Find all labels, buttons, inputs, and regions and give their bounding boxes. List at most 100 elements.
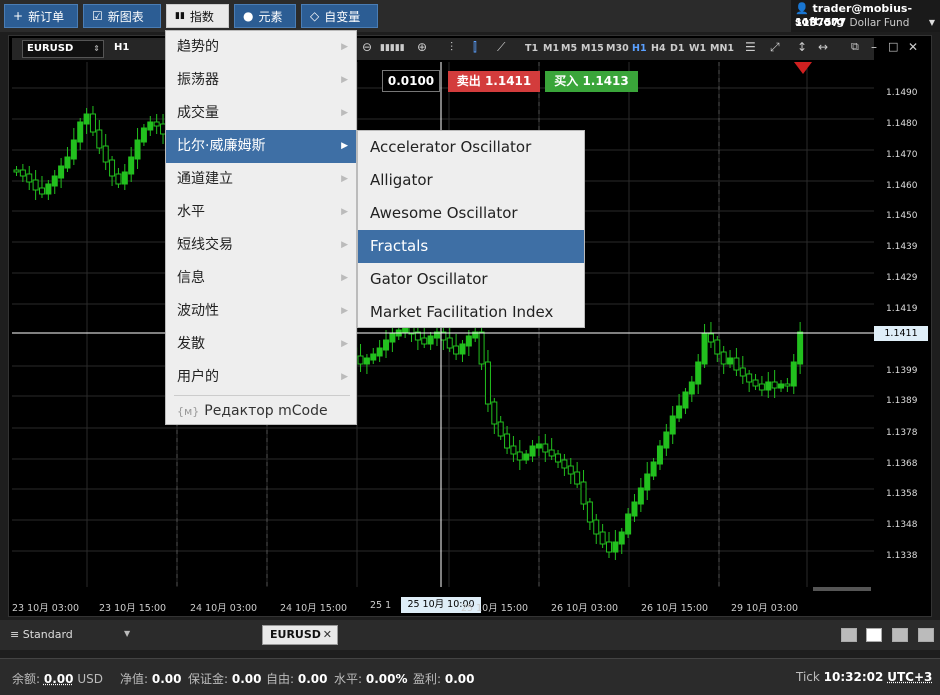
elements-button[interactable]: ● 元素 (234, 4, 296, 28)
submenu-arrow-icon: ▶ (341, 240, 348, 250)
bar-chart-icon: ▮▮ (175, 11, 185, 21)
menu-item-scalping[interactable]: 短线交易 ▶ (166, 229, 356, 262)
menu-item-divergence[interactable]: 发散 ▶ (166, 328, 356, 361)
new-order-button[interactable]: + 新订单 (4, 4, 78, 28)
candle-body (695, 361, 702, 385)
candle-body (746, 373, 753, 383)
candle-body (102, 145, 109, 163)
close-chart-icon[interactable]: ✕ (908, 40, 918, 54)
submenu-arrow-icon: ▶ (341, 108, 348, 118)
submenu-item-gator[interactable]: Gator Oscillator (358, 263, 584, 296)
menu-item-user[interactable]: 用户的 ▶ (166, 361, 356, 394)
bars-type-icon[interactable]: ⫶ (450, 40, 453, 55)
menu-item-info[interactable]: 信息 ▶ (166, 262, 356, 295)
submenu-item-fractals[interactable]: Fractals (358, 230, 584, 263)
close-tab-icon[interactable]: ✕ (323, 626, 332, 644)
zoom-slider[interactable]: ▮▮▮▮▮ (380, 43, 405, 53)
vertical-scale-icon[interactable]: ↕ (797, 40, 807, 54)
sell-button[interactable]: 卖出 1.1411 (448, 71, 540, 92)
zoom-in-icon[interactable]: ⊕ (417, 40, 427, 54)
time-tick-label: 23 10月 03:00 (12, 603, 80, 614)
timeframe-m5[interactable]: M5 (561, 43, 577, 54)
equity-label: 净值: (120, 672, 149, 686)
equity-status: 净值: 0.00 (120, 670, 181, 687)
candle-body (529, 445, 536, 457)
menu-item-oscillators[interactable]: 振荡器 ▶ (166, 64, 356, 97)
candle-body (77, 121, 84, 143)
balance-value: 0.00 (43, 672, 74, 686)
time-tick-label: 26 10月 03:00 (551, 603, 619, 614)
candle-body (637, 487, 644, 505)
price-tick-label: 1.1460 (886, 181, 918, 191)
price-tick-label: 1.1470 (886, 150, 918, 160)
profile-dropdown-icon[interactable]: ▼ (124, 629, 130, 638)
timeframe-m1[interactable]: M1 (543, 43, 559, 54)
line-type-icon[interactable]: ⟋ (497, 40, 505, 55)
candle-body (561, 459, 568, 469)
submenu-item-awesome[interactable]: Awesome Oscillator (358, 197, 584, 230)
zoom-out-icon[interactable]: ⊖ (362, 40, 372, 54)
settings-lines-icon[interactable]: ☰ (745, 40, 756, 54)
candle-body (453, 345, 460, 355)
candle-body (765, 381, 772, 391)
candles-type-icon[interactable]: ⫿ (473, 40, 477, 55)
timeframe-w1[interactable]: W1 (689, 43, 706, 54)
new-chart-button[interactable]: ☑ 新图表 (83, 4, 161, 28)
candle-body (26, 173, 33, 183)
layout-single-icon[interactable] (841, 628, 857, 642)
detach-icon[interactable]: ⧉ (851, 40, 859, 54)
layout-rows-icon[interactable] (918, 628, 934, 642)
timeframe-m15[interactable]: M15 (581, 43, 604, 54)
symbol-selector[interactable]: EURUSD ⇕ (22, 40, 104, 58)
chart-tabs-bar (0, 620, 940, 650)
timeframe-t1[interactable]: T1 (525, 43, 538, 54)
layout-grid-icon[interactable] (866, 628, 882, 642)
timeframe-mn1[interactable]: MN1 (710, 43, 734, 54)
buy-button[interactable]: 买入 1.1413 (545, 71, 638, 92)
submenu-item-mfi[interactable]: Market Facilitation Index (358, 296, 584, 329)
candle-body (504, 433, 511, 449)
mcode-editor-item[interactable]: {м} Редактор mCode (166, 396, 356, 426)
candle-body (612, 541, 619, 553)
maximize-icon[interactable]: □ (888, 40, 898, 53)
menu-item-volume[interactable]: 成交量 ▶ (166, 97, 356, 130)
timeframe-d1[interactable]: D1 (670, 43, 685, 54)
account-dropdown-icon[interactable]: ▼ (929, 18, 935, 27)
profile-selector[interactable]: ≡ Standard (10, 628, 73, 641)
menu-item-channels[interactable]: 通道建立 ▶ (166, 163, 356, 196)
price-tick-label: 1.1439 (886, 242, 918, 252)
candle-body (153, 121, 160, 127)
timeframe-h4[interactable]: H4 (651, 43, 666, 54)
timezone-selector[interactable]: UTC+3 (887, 670, 932, 684)
custom-variables-button[interactable]: ◇ 自变量 (301, 4, 378, 28)
layout-columns-icon[interactable] (892, 628, 908, 642)
candle-body (593, 519, 600, 535)
diagonal-expand-icon[interactable]: ⤢ (770, 40, 780, 55)
price-tick-label: 1.1389 (886, 396, 918, 406)
timeframe-m30[interactable]: M30 (606, 43, 629, 54)
candle-body (739, 367, 746, 377)
menu-item-levels[interactable]: 水平 ▶ (166, 196, 356, 229)
submenu-item-accelerator[interactable]: Accelerator Oscillator (358, 131, 584, 164)
menu-item-label: 通道建立 (177, 171, 233, 187)
candle-body (720, 351, 727, 365)
menu-item-volatility[interactable]: 波动性 ▶ (166, 295, 356, 328)
timeframe-h1[interactable]: H1 (632, 43, 647, 54)
spinner-icon: ⇕ (93, 44, 100, 53)
candle-body (13, 169, 20, 173)
chart-tab-eurusd[interactable]: EURUSD ✕ (262, 625, 338, 645)
submenu-arrow-icon: ▶ (341, 273, 348, 283)
account-panel[interactable]: 👤 trader@mobius-soft.org 1137577 Dollar … (791, 0, 940, 32)
profit-value: 0.00 (444, 672, 475, 686)
minimize-icon[interactable]: – (871, 40, 877, 54)
horizontal-scale-icon[interactable]: ↔ (818, 40, 828, 54)
account-name: Dollar Fund (849, 17, 910, 29)
menu-item-trend[interactable]: 趋势的 ▶ (166, 31, 356, 64)
chart-scrollbar[interactable] (813, 587, 871, 591)
submenu-item-alligator[interactable]: Alligator (358, 164, 584, 197)
candle-body (555, 453, 562, 463)
indicators-button[interactable]: ▮▮ 指数 (166, 4, 229, 28)
lot-size-field[interactable]: 0.0100 (382, 70, 440, 92)
menu-item-bill-williams[interactable]: 比尔·威廉姆斯 ▶ (166, 130, 356, 163)
candle-body (83, 113, 90, 125)
